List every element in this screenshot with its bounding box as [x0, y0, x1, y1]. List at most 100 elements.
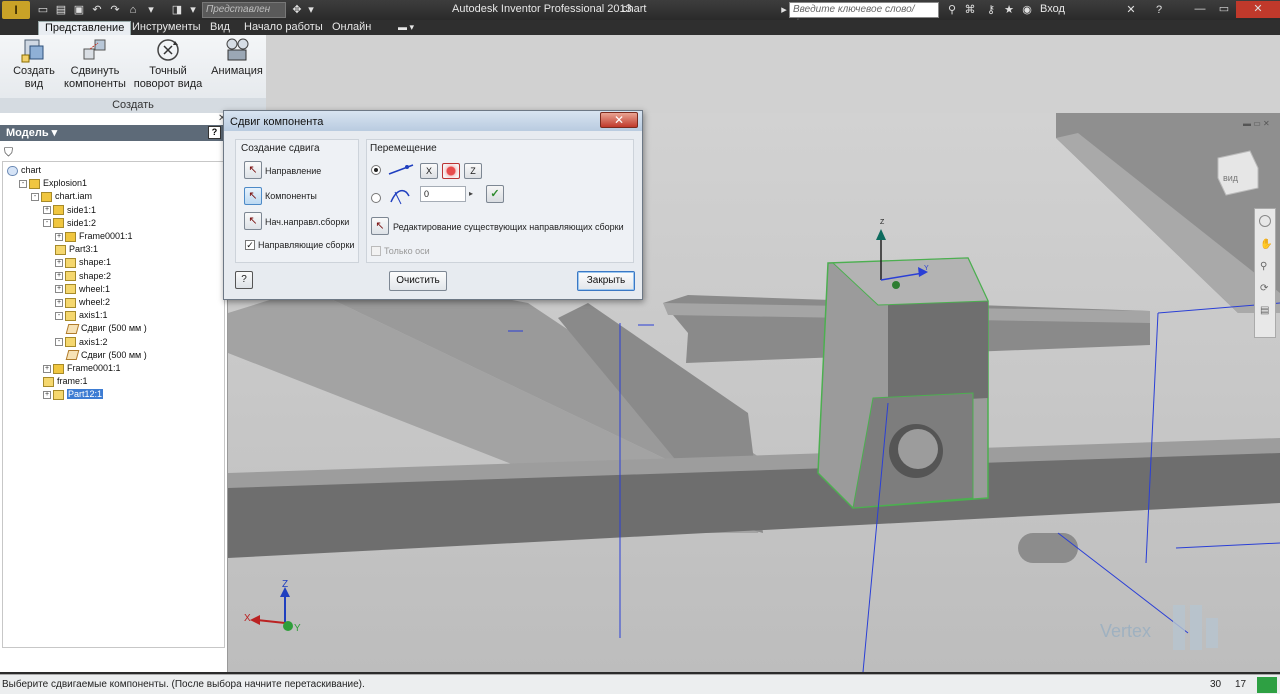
- tab-online[interactable]: Онлайн: [326, 21, 377, 35]
- dropdown-icon[interactable]: ▾: [304, 3, 318, 17]
- login-link[interactable]: Вход: [1040, 3, 1065, 15]
- tree-node[interactable]: + wheel:1: [55, 283, 110, 296]
- steering-wheel-icon[interactable]: [1259, 215, 1271, 227]
- new-icon[interactable]: ▭: [36, 3, 50, 17]
- dialog-titlebar[interactable]: Сдвиг компонента ✕: [224, 111, 642, 131]
- dropdown-icon[interactable]: ▾: [144, 3, 158, 17]
- expand-icon[interactable]: +: [43, 391, 51, 400]
- tree-node[interactable]: - axis1:2: [55, 336, 108, 349]
- apply-angle-button[interactable]: ✓: [486, 185, 504, 203]
- collapse-icon[interactable]: -: [55, 311, 63, 320]
- zoom-icon[interactable]: ⚲: [1260, 261, 1267, 272]
- measure-icon[interactable]: ✥: [290, 3, 304, 17]
- tree-node[interactable]: + shape:1: [55, 256, 111, 269]
- tree-node[interactable]: - axis1:1: [55, 309, 108, 322]
- close-window-button[interactable]: ✕: [1236, 1, 1280, 18]
- tab-get-started[interactable]: Начало работы: [238, 21, 329, 35]
- home-icon[interactable]: ⌂: [126, 3, 140, 17]
- animation-button[interactable]: Анимация: [210, 37, 264, 78]
- axis-z-button[interactable]: Z: [464, 163, 482, 179]
- rotate-radio[interactable]: [371, 193, 381, 203]
- ribbon-toggle-icon[interactable]: ▬ ▾: [392, 21, 420, 35]
- tree-node[interactable]: chart: [7, 164, 41, 177]
- help-search-input[interactable]: Введите ключевое слово/фразу: [789, 2, 939, 29]
- tree-node[interactable]: - chart.iam: [31, 190, 92, 203]
- components-select-button[interactable]: ↖: [244, 187, 262, 205]
- dialog-title: Сдвиг компонента: [230, 116, 324, 128]
- tree-node[interactable]: + side1:1: [43, 204, 96, 217]
- direction-select-button[interactable]: ↖: [244, 161, 262, 179]
- collapse-icon[interactable]: -: [31, 193, 39, 202]
- binoculars-icon[interactable]: ⚲: [945, 3, 959, 17]
- tree-node[interactable]: Сдвиг (500 мм ): [65, 349, 147, 362]
- linear-move-radio[interactable]: [371, 165, 381, 175]
- tree-node[interactable]: + Part12:1: [43, 388, 104, 401]
- dialog-help-icon[interactable]: ?: [235, 271, 253, 289]
- tree-node[interactable]: + Frame0001:1: [55, 230, 133, 243]
- save-icon[interactable]: ▣: [72, 3, 86, 17]
- expand-icon[interactable]: +: [55, 285, 63, 294]
- precise-rotate-button[interactable]: Точный поворот вида: [128, 37, 208, 91]
- app-logo[interactable]: I: [2, 1, 30, 19]
- tree-node[interactable]: + Frame0001:1: [43, 362, 121, 375]
- expand-icon[interactable]: +: [43, 206, 51, 215]
- angle-arrow-icon[interactable]: ▸: [469, 189, 473, 198]
- navigation-bar[interactable]: ✋ ⚲ ⟳ ▤: [1254, 208, 1276, 338]
- tree-node[interactable]: - side1:2: [43, 217, 96, 230]
- viewport-window-controls[interactable]: ▬ ▭ ✕: [1243, 119, 1270, 128]
- tree-node-label: axis1:2: [79, 336, 108, 347]
- pan-icon[interactable]: ✋: [1260, 239, 1272, 250]
- qat-combo[interactable]: Представлен: [202, 2, 286, 18]
- filter-icon[interactable]: ⛉: [4, 145, 16, 159]
- orbit-icon[interactable]: ⟳: [1260, 283, 1268, 294]
- tree-node[interactable]: + wheel:2: [55, 296, 110, 309]
- collapse-icon[interactable]: -: [43, 219, 51, 228]
- tree-node[interactable]: - Explosion1: [19, 177, 87, 190]
- maximize-button[interactable]: ▭: [1212, 1, 1236, 18]
- trail-origin-button[interactable]: ↖: [244, 212, 262, 230]
- look-at-icon[interactable]: ▤: [1260, 305, 1269, 316]
- trails-label: Направляющие сборки: [258, 240, 355, 250]
- expand-icon[interactable]: +: [55, 298, 63, 307]
- network-icon[interactable]: ⌘: [963, 3, 977, 17]
- browser-title[interactable]: Модель ▾: [6, 127, 57, 139]
- tab-view[interactable]: Вид: [204, 21, 236, 35]
- only-axes-checkbox[interactable]: [371, 246, 381, 256]
- tree-node[interactable]: + shape:2: [55, 270, 111, 283]
- axis-y-button[interactable]: Y: [442, 163, 460, 179]
- edit-trails-button[interactable]: ↖: [371, 217, 389, 235]
- expand-icon[interactable]: +: [55, 272, 63, 281]
- update-icon[interactable]: ◨: [170, 3, 184, 17]
- tree-node[interactable]: frame:1: [43, 375, 88, 388]
- help-icon[interactable]: ?: [208, 126, 221, 139]
- tree-node[interactable]: Part3:1: [55, 243, 98, 256]
- exchange-icon[interactable]: ✕: [1124, 3, 1138, 17]
- browser-header[interactable]: Модель ▾ ?: [0, 125, 227, 141]
- redo-icon[interactable]: ↷: [108, 3, 122, 17]
- key-icon[interactable]: ⚷: [984, 3, 998, 17]
- dialog-close-button[interactable]: ✕: [600, 112, 638, 128]
- expand-icon[interactable]: +: [43, 364, 51, 373]
- angle-input[interactable]: 0: [420, 186, 466, 202]
- expand-icon[interactable]: +: [55, 259, 63, 268]
- collapse-icon[interactable]: -: [19, 179, 27, 188]
- transform-group: Перемещение X Y Z 0 ▸ ✓ ↖ Редактирование…: [366, 139, 634, 263]
- open-icon[interactable]: ▤: [54, 3, 68, 17]
- help-icon[interactable]: ?: [1152, 3, 1166, 17]
- close-button[interactable]: Закрыть: [577, 271, 635, 291]
- collapse-icon[interactable]: -: [55, 338, 63, 347]
- user-icon[interactable]: ◉: [1020, 3, 1034, 17]
- undo-icon[interactable]: ↶: [90, 3, 104, 17]
- clear-button[interactable]: Очистить: [389, 271, 447, 291]
- dropdown-icon[interactable]: ▾: [186, 3, 200, 17]
- star-icon[interactable]: ★: [1002, 3, 1016, 17]
- tree-node[interactable]: Сдвиг (500 мм ): [65, 322, 147, 335]
- tab-presentation[interactable]: Представление: [38, 21, 132, 35]
- tweak-components-button[interactable]: Сдвинуть компоненты: [64, 37, 126, 91]
- create-view-button[interactable]: Создать вид: [3, 37, 65, 91]
- minimize-button[interactable]: —: [1188, 1, 1212, 18]
- axis-x-button[interactable]: X: [420, 163, 438, 179]
- trails-checkbox[interactable]: ✓: [245, 240, 255, 250]
- expand-icon[interactable]: +: [55, 232, 63, 241]
- tab-tools[interactable]: Инструменты: [126, 21, 207, 35]
